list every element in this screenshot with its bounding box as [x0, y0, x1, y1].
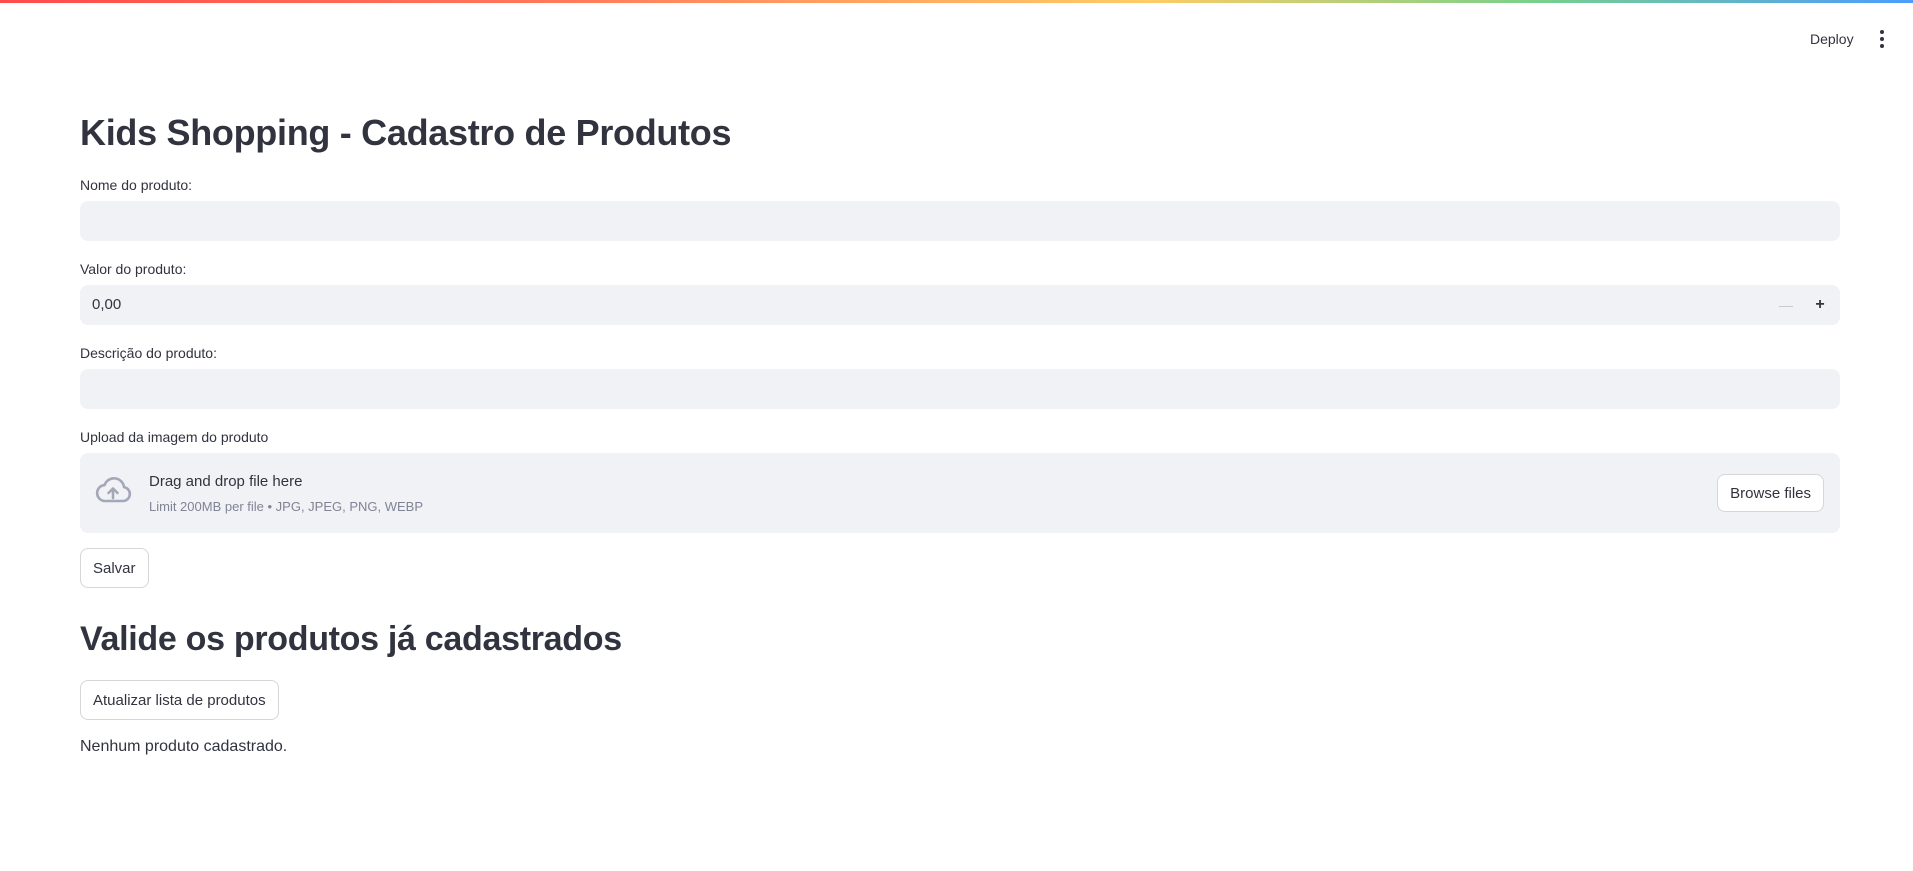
image-upload-label: Upload da imagem do produto [80, 429, 269, 445]
refresh-products-button[interactable]: Atualizar lista de produtos [80, 680, 279, 720]
save-button[interactable]: Salvar [80, 548, 149, 588]
product-description-input[interactable] [80, 369, 1840, 409]
product-name-label: Nome do produto: [80, 177, 193, 193]
product-price-value[interactable]: 0,00 [92, 296, 121, 313]
dropzone-limits: Limit 200MB per file • JPG, JPEG, PNG, W… [149, 499, 424, 514]
product-description-label: Descrição do produto: [80, 345, 217, 361]
app-header: Deploy [0, 0, 1913, 76]
dropzone-title: Drag and drop file here [149, 473, 303, 490]
kebab-dot [1880, 44, 1884, 48]
product-price-stepper[interactable]: 0,00 — + [80, 285, 1840, 325]
plus-icon[interactable]: + [1804, 285, 1836, 325]
kebab-dot [1880, 37, 1884, 41]
product-price-label: Valor do produto: [80, 261, 187, 277]
kebab-menu-icon[interactable] [1870, 26, 1894, 52]
product-name-input[interactable] [80, 201, 1840, 241]
cloud-upload-icon [95, 477, 132, 503]
page-title: Kids Shopping - Cadastro de Produtos [80, 112, 732, 153]
deploy-button[interactable]: Deploy [1800, 28, 1864, 50]
minus-icon[interactable]: — [1770, 285, 1802, 325]
file-dropzone[interactable]: Drag and drop file here Limit 200MB per … [80, 453, 1840, 533]
empty-products-message: Nenhum produto cadastrado. [80, 738, 288, 755]
kebab-dot [1880, 30, 1884, 34]
browse-files-button[interactable]: Browse files [1717, 474, 1824, 512]
products-section-title: Valide os produtos já cadastrados [80, 620, 622, 658]
